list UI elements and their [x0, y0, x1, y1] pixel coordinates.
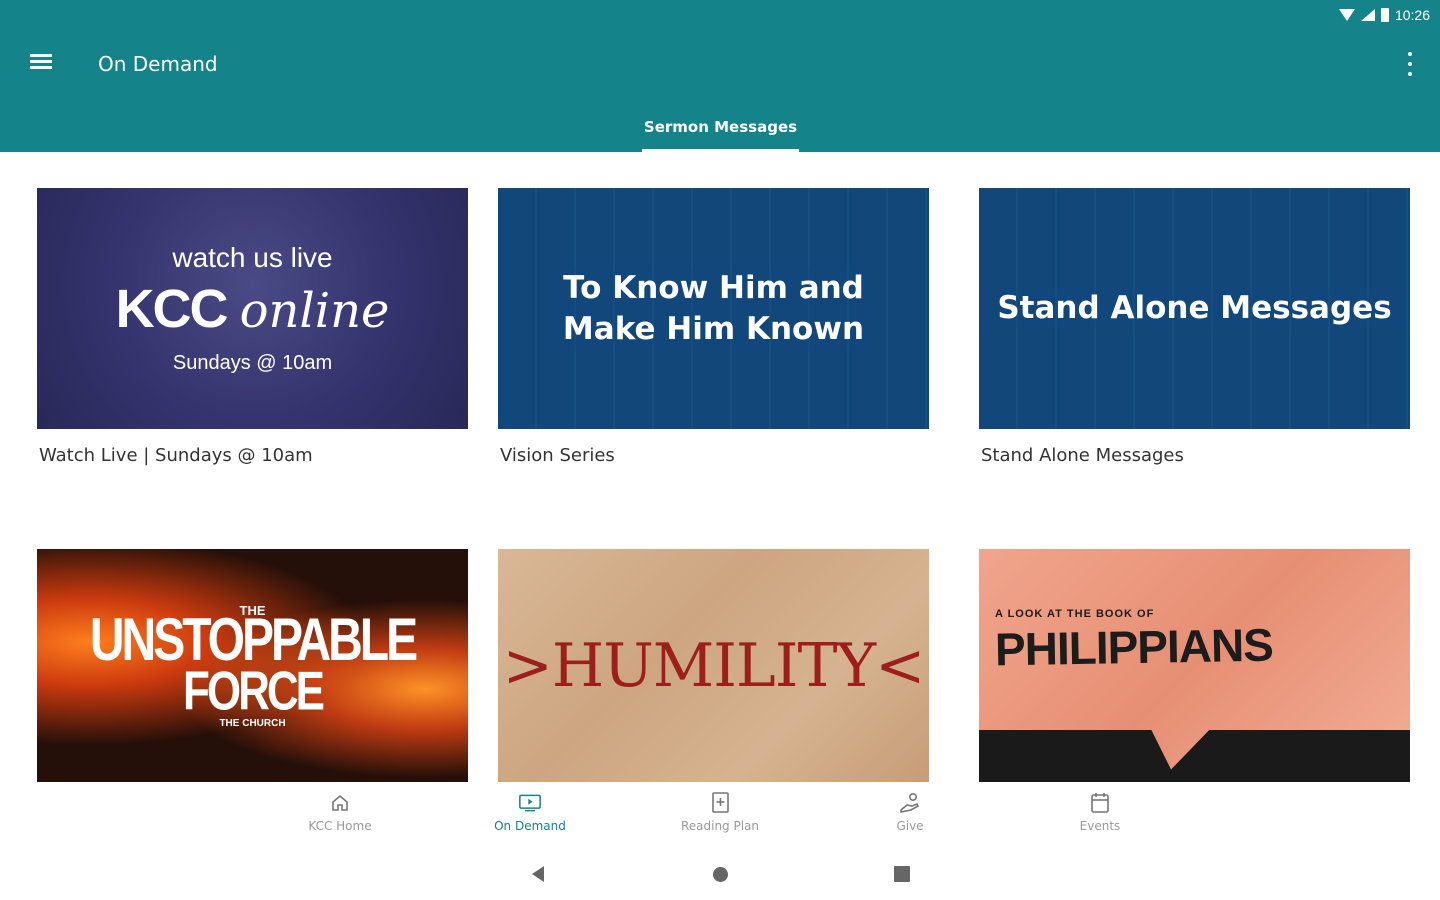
thumb-line: FORCE — [183, 660, 325, 722]
card-watch-live[interactable]: watch us live KCC online Sundays @ 10am … — [37, 188, 468, 466]
battery-icon — [1380, 8, 1389, 22]
card-thumbnail: watch us live KCC online Sundays @ 10am — [37, 188, 468, 429]
nav-label: Reading Plan — [680, 819, 760, 833]
thumb-line: watch us live — [172, 242, 333, 273]
thumb-line: PHILIPPIANS — [994, 618, 1274, 675]
nav-label: KCC Home — [308, 819, 372, 833]
card-caption: Vision Series — [500, 445, 615, 466]
status-time: 10:26 — [1394, 7, 1430, 23]
recents-button[interactable] — [890, 862, 914, 886]
tab-label: Sermon Messages — [643, 118, 798, 136]
nav-label: On Demand — [494, 819, 566, 833]
card-thumbnail: THE UNSTOPPABLE FORCE THE CHURCH — [37, 549, 468, 782]
back-button[interactable] — [526, 862, 550, 886]
tv-play-icon — [519, 792, 541, 814]
card-philippians[interactable]: A LOOK AT THE BOOK OF PHILIPPIANS — [979, 549, 1410, 782]
nav-label: Give — [896, 819, 924, 833]
card-thumbnail: To Know Him and Make Him Known — [498, 188, 929, 429]
card-caption: Stand Alone Messages — [981, 445, 1184, 466]
card-stand-alone-messages[interactable]: Stand Alone Messages Stand Alone Message… — [979, 188, 1410, 466]
book-plus-icon — [709, 792, 731, 814]
page-title: On Demand — [98, 52, 218, 76]
menu-icon[interactable] — [30, 54, 52, 72]
card-caption: Watch Live | Sundays @ 10am — [39, 445, 313, 466]
card-unstoppable-force[interactable]: THE UNSTOPPABLE FORCE THE CHURCH — [37, 549, 468, 782]
card-vision-series[interactable]: To Know Him and Make Him Known Vision Se… — [498, 188, 929, 466]
more-options-icon[interactable] — [1406, 52, 1414, 76]
back-icon — [532, 866, 544, 882]
home-button[interactable] — [708, 862, 732, 886]
app-bar: 10:26 On Demand Sermon Messages — [0, 0, 1440, 152]
give-hand-icon — [899, 792, 921, 814]
nav-on-demand[interactable]: On Demand — [470, 792, 590, 833]
thumb-line: >HUMILITY< — [502, 630, 926, 701]
home-icon — [329, 792, 351, 814]
home-circle-icon — [712, 866, 728, 882]
nav-reading-plan[interactable]: Reading Plan — [660, 792, 780, 833]
thumb-line: To Know Him and — [563, 269, 864, 306]
signal-icon — [1360, 9, 1375, 21]
wifi-icon — [1338, 9, 1355, 21]
card-humility[interactable]: >HUMILITY< — [498, 549, 929, 782]
nav-label: Events — [1079, 819, 1121, 833]
recents-icon — [894, 866, 910, 882]
decorative-arrow — [1159, 730, 1410, 782]
card-thumbnail: Stand Alone Messages — [979, 188, 1410, 429]
tab-indicator — [642, 149, 799, 152]
thumb-line: Stand Alone Messages — [997, 290, 1392, 326]
nav-events[interactable]: Events — [1040, 792, 1160, 833]
thumb-line: Sundays @ 10am — [172, 352, 333, 374]
nav-kcc-home[interactable]: KCC Home — [280, 792, 400, 833]
thumb-logo: KCC online — [115, 279, 390, 339]
status-bar: 10:26 — [1338, 4, 1430, 26]
thumb-line: A LOOK AT THE BOOK OF — [995, 607, 1155, 620]
tab-sermon-messages[interactable]: Sermon Messages — [642, 108, 799, 152]
thumb-line: Make Him Known — [562, 310, 865, 347]
nav-give[interactable]: Give — [850, 792, 970, 833]
card-thumbnail: >HUMILITY< — [498, 549, 929, 782]
card-thumbnail: A LOOK AT THE BOOK OF PHILIPPIANS — [979, 549, 1410, 782]
calendar-icon — [1089, 792, 1111, 814]
